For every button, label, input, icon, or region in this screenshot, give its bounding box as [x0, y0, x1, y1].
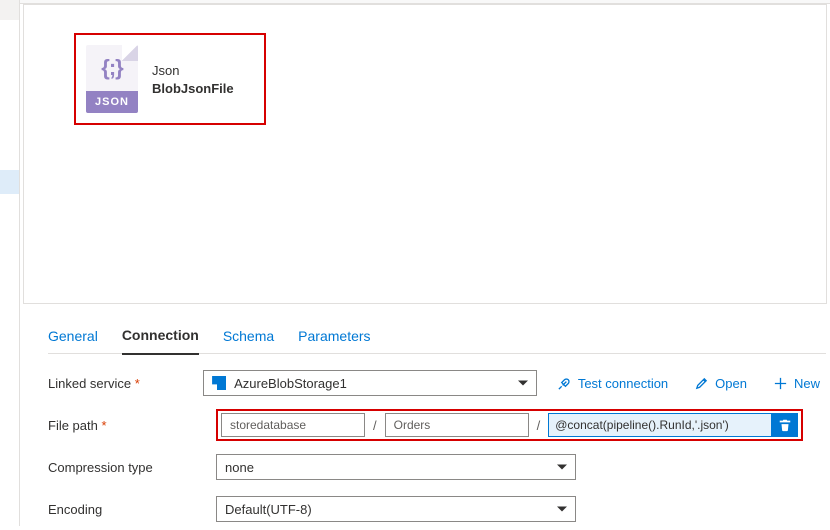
tab-parameters[interactable]: Parameters [298, 322, 370, 354]
tab-general[interactable]: General [48, 322, 98, 354]
rail-selection [0, 170, 20, 194]
storage-icon [212, 376, 226, 390]
linked-service-value: AzureBlobStorage1 [234, 376, 347, 391]
linked-service-label: Linked service [48, 376, 203, 391]
compression-select[interactable]: none [216, 454, 576, 480]
file-path-label: File path [48, 418, 216, 433]
pencil-icon [694, 376, 709, 391]
json-braces-icon: {;} [86, 55, 138, 81]
tab-schema[interactable]: Schema [223, 322, 274, 354]
new-label: New [794, 376, 820, 391]
file-expression-input[interactable] [548, 413, 772, 437]
chevron-down-icon [557, 465, 567, 470]
connection-form: Linked service AzureBlobStorage1 Test co… [48, 362, 820, 530]
rail-divider [19, 0, 20, 526]
compression-value: none [225, 460, 254, 475]
open-label: Open [715, 376, 747, 391]
container-input[interactable] [221, 413, 365, 437]
plus-icon [773, 376, 788, 391]
chevron-down-icon [518, 381, 528, 386]
tab-bar: General Connection Schema Parameters [48, 322, 826, 354]
encoding-select[interactable]: Default(UTF-8) [216, 496, 576, 522]
plug-icon [557, 376, 572, 391]
dataset-name-label: BlobJsonFile [152, 81, 234, 96]
open-button[interactable]: Open [694, 376, 747, 391]
designer-canvas[interactable]: {;} JSON Json BlobJsonFile [23, 4, 827, 304]
clear-expression-button[interactable] [772, 413, 798, 437]
file-path-highlight: / / [216, 409, 803, 441]
json-file-icon: {;} JSON [86, 45, 138, 113]
rail-corner [0, 0, 20, 20]
encoding-label: Encoding [48, 502, 216, 517]
file-expression-wrap [548, 413, 798, 437]
json-band-label: JSON [86, 91, 138, 113]
row-file-path: File path / / [48, 404, 820, 446]
dataset-type-label: Json [152, 63, 234, 78]
dataset-card-text: Json BlobJsonFile [152, 63, 234, 96]
encoding-value: Default(UTF-8) [225, 502, 312, 517]
tab-connection[interactable]: Connection [122, 321, 199, 355]
compression-label: Compression type [48, 460, 216, 475]
row-compression: Compression type none [48, 446, 820, 488]
trash-icon [778, 418, 792, 432]
test-connection-label: Test connection [578, 376, 668, 391]
left-rail [0, 0, 20, 526]
folder-input[interactable] [385, 413, 529, 437]
linked-service-actions: Test connection Open New [557, 376, 820, 391]
path-separator-1: / [371, 418, 379, 433]
test-connection-button[interactable]: Test connection [557, 376, 668, 391]
new-button[interactable]: New [773, 376, 820, 391]
dataset-card[interactable]: {;} JSON Json BlobJsonFile [74, 33, 266, 125]
path-separator-2: / [535, 418, 543, 433]
row-linked-service: Linked service AzureBlobStorage1 Test co… [48, 362, 820, 404]
chevron-down-icon [557, 507, 567, 512]
linked-service-select[interactable]: AzureBlobStorage1 [203, 370, 537, 396]
row-encoding: Encoding Default(UTF-8) [48, 488, 820, 530]
